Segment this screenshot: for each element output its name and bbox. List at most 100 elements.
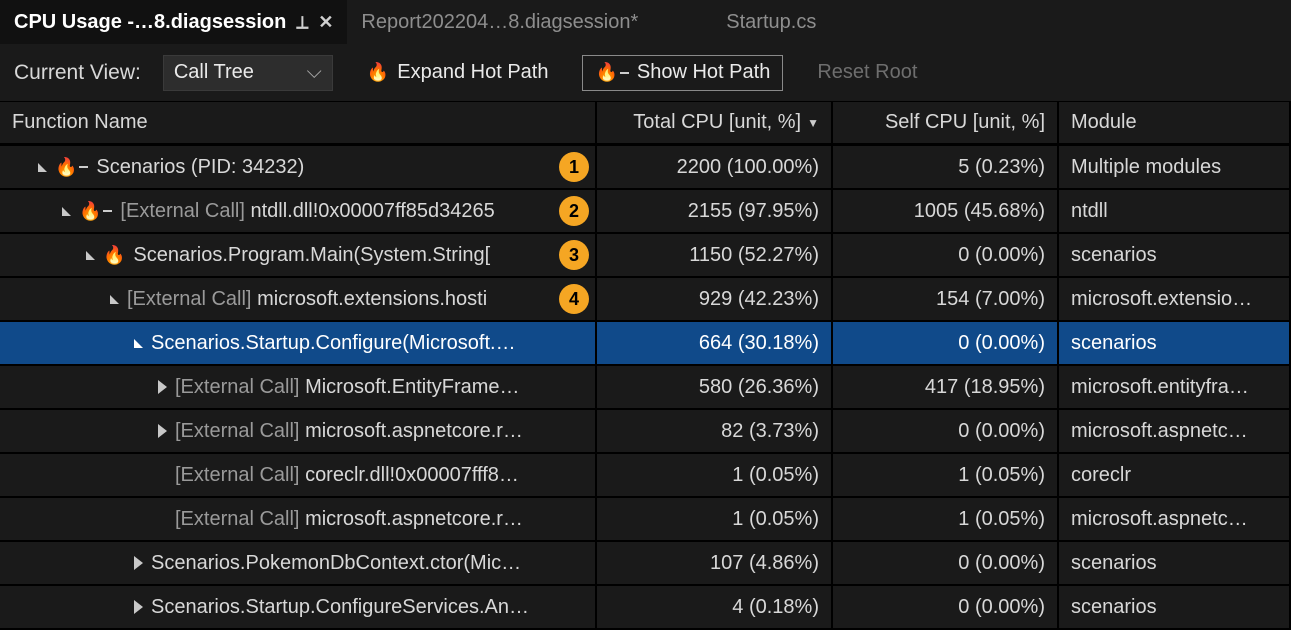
table-body: 🔥Scenarios (PID: 34232)12200 (100.00%)5 … — [0, 146, 1291, 630]
cell-self-cpu: 417 (18.95%) — [833, 366, 1059, 408]
cell-function-name: Scenarios.PokemonDbContext.ctor(Mic… — [0, 542, 597, 584]
cell-function-name: [External Call] microsoft.extensions.hos… — [0, 278, 597, 320]
cell-self-cpu: 0 (0.00%) — [833, 586, 1059, 628]
button-label: Reset Root — [817, 61, 917, 84]
column-label: Self CPU [unit, %] — [885, 111, 1045, 134]
tab-label: Report202204…8.diagsession* — [361, 11, 638, 34]
table-row[interactable]: [External Call] microsoft.aspnetcore.r… 1… — [0, 498, 1291, 542]
function-name-text: [External Call] coreclr.dll!0x00007fff8… — [175, 464, 583, 487]
cell-function-name: Scenarios.Startup.ConfigureServices.An… — [0, 586, 597, 628]
callout-badge: 3 — [559, 240, 589, 270]
cell-total-cpu: 82 (3.73%) — [597, 410, 833, 452]
reset-root-button[interactable]: Reset Root — [805, 55, 929, 91]
expander-closed-icon[interactable] — [158, 424, 167, 438]
expander-open-icon[interactable] — [62, 207, 71, 216]
cell-module: Multiple modules — [1059, 146, 1291, 188]
expander-open-icon[interactable] — [38, 163, 47, 172]
cell-module: ntdll — [1059, 190, 1291, 232]
expander-closed-icon[interactable] — [134, 600, 143, 614]
cell-total-cpu: 929 (42.23%) — [597, 278, 833, 320]
table-row[interactable]: [External Call] coreclr.dll!0x00007fff8…… — [0, 454, 1291, 498]
tab-cpu-usage[interactable]: CPU Usage -…8.diagsession ⟂ ✕ — [0, 0, 347, 44]
cell-function-name: [External Call] microsoft.aspnetcore.r… — [0, 410, 597, 452]
expand-hot-path-button[interactable]: 🔥 Expand Hot Path — [355, 55, 561, 91]
function-name-text: [External Call] Microsoft.EntityFrame… — [175, 376, 583, 399]
tab-label: Startup.cs — [726, 11, 816, 34]
table-row[interactable]: Scenarios.PokemonDbContext.ctor(Mic… 107 … — [0, 542, 1291, 586]
external-call-tag: [External Call] — [175, 464, 305, 486]
external-call-tag: [External Call] — [127, 288, 257, 310]
function-name-text: Scenarios.Program.Main(System.String[ — [133, 244, 583, 267]
current-view-label: Current View: — [14, 61, 141, 85]
column-total-cpu[interactable]: Total CPU [unit, %] ▼ — [597, 102, 833, 143]
dropdown-value: Call Tree — [174, 61, 254, 84]
function-name-text: Scenarios.PokemonDbContext.ctor(Mic… — [151, 552, 583, 575]
tab-report[interactable]: Report202204…8.diagsession* — [347, 0, 652, 44]
cell-function-name: [External Call] Microsoft.EntityFrame… — [0, 366, 597, 408]
cell-total-cpu: 107 (4.86%) — [597, 542, 833, 584]
cell-self-cpu: 1 (0.05%) — [833, 498, 1059, 540]
function-name-text: [External Call] ntdll.dll!0x00007ff85d34… — [120, 200, 583, 223]
show-hot-path-button[interactable]: 🔥 Show Hot Path — [582, 55, 783, 91]
cell-self-cpu: 0 (0.00%) — [833, 234, 1059, 276]
flame-stripe-icon: 🔥 — [79, 201, 112, 222]
cell-function-name: [External Call] microsoft.aspnetcore.r… — [0, 498, 597, 540]
callout-badge: 4 — [559, 284, 589, 314]
cell-module: scenarios — [1059, 542, 1291, 584]
cell-self-cpu: 0 (0.00%) — [833, 322, 1059, 364]
flame-icon: 🔥 — [103, 245, 125, 266]
cell-function-name: 🔥 Scenarios.Program.Main(System.String[3 — [0, 234, 597, 276]
external-call-tag: [External Call] — [175, 376, 305, 398]
callout-badge: 1 — [559, 152, 589, 182]
view-dropdown[interactable]: Call Tree ⌵ — [163, 55, 333, 91]
cell-function-name: 🔥Scenarios (PID: 34232)1 — [0, 146, 597, 188]
cell-module: scenarios — [1059, 322, 1291, 364]
expander-closed-icon[interactable] — [134, 556, 143, 570]
tab-label: CPU Usage -…8.diagsession — [14, 11, 286, 34]
tab-startup[interactable]: Startup.cs — [712, 0, 830, 44]
expander-open-icon[interactable] — [134, 339, 143, 348]
flame-icon: 🔥 — [367, 62, 389, 83]
function-name-text: [External Call] microsoft.aspnetcore.r… — [175, 420, 583, 443]
table-row[interactable]: 🔥 Scenarios.Program.Main(System.String[31… — [0, 234, 1291, 278]
cell-total-cpu: 4 (0.18%) — [597, 586, 833, 628]
chevron-down-icon: ⌵ — [307, 61, 322, 84]
column-label: Module — [1071, 111, 1137, 134]
function-name-text: [External Call] microsoft.extensions.hos… — [127, 288, 583, 311]
column-self-cpu[interactable]: Self CPU [unit, %] — [833, 102, 1059, 143]
cell-function-name: Scenarios.Startup.Configure(Microsoft.… — [0, 322, 597, 364]
column-label: Function Name — [12, 111, 148, 134]
cell-self-cpu: 0 (0.00%) — [833, 542, 1059, 584]
function-name-text: [External Call] microsoft.aspnetcore.r… — [175, 508, 583, 531]
cell-self-cpu: 0 (0.00%) — [833, 410, 1059, 452]
table-row[interactable]: 🔥 [External Call] ntdll.dll!0x00007ff85d3… — [0, 190, 1291, 234]
external-call-tag: [External Call] — [175, 508, 305, 530]
button-label: Show Hot Path — [637, 61, 770, 84]
cell-total-cpu: 664 (30.18%) — [597, 322, 833, 364]
pin-icon[interactable]: ⟂ — [296, 12, 308, 33]
tab-bar: CPU Usage -…8.diagsession ⟂ ✕ Report2022… — [0, 0, 1291, 44]
column-label: Total CPU [unit, %] — [633, 111, 801, 134]
expander-open-icon[interactable] — [110, 295, 119, 304]
table-row[interactable]: Scenarios.Startup.ConfigureServices.An…4… — [0, 586, 1291, 630]
table-row[interactable]: Scenarios.Startup.Configure(Microsoft.…6… — [0, 322, 1291, 366]
table-row[interactable]: [External Call] microsoft.extensions.hos… — [0, 278, 1291, 322]
expander-closed-icon[interactable] — [158, 380, 167, 394]
cell-self-cpu: 154 (7.00%) — [833, 278, 1059, 320]
cell-module: microsoft.entityfra… — [1059, 366, 1291, 408]
column-function-name[interactable]: Function Name — [0, 102, 597, 143]
table-row[interactable]: [External Call] microsoft.aspnetcore.r… 8… — [0, 410, 1291, 454]
column-module[interactable]: Module — [1059, 102, 1291, 143]
button-label: Expand Hot Path — [397, 61, 548, 84]
cell-total-cpu: 1150 (52.27%) — [597, 234, 833, 276]
table-row[interactable]: 🔥Scenarios (PID: 34232)12200 (100.00%)5 … — [0, 146, 1291, 190]
callout-badge: 2 — [559, 196, 589, 226]
flame-stripe-icon: 🔥 — [55, 157, 88, 178]
cell-total-cpu: 2200 (100.00%) — [597, 146, 833, 188]
table-row[interactable]: [External Call] Microsoft.EntityFrame…58… — [0, 366, 1291, 410]
cell-self-cpu: 5 (0.23%) — [833, 146, 1059, 188]
external-call-tag: [External Call] — [120, 200, 250, 222]
close-icon[interactable]: ✕ — [318, 12, 333, 33]
expander-open-icon[interactable] — [86, 251, 95, 260]
cell-module: scenarios — [1059, 586, 1291, 628]
